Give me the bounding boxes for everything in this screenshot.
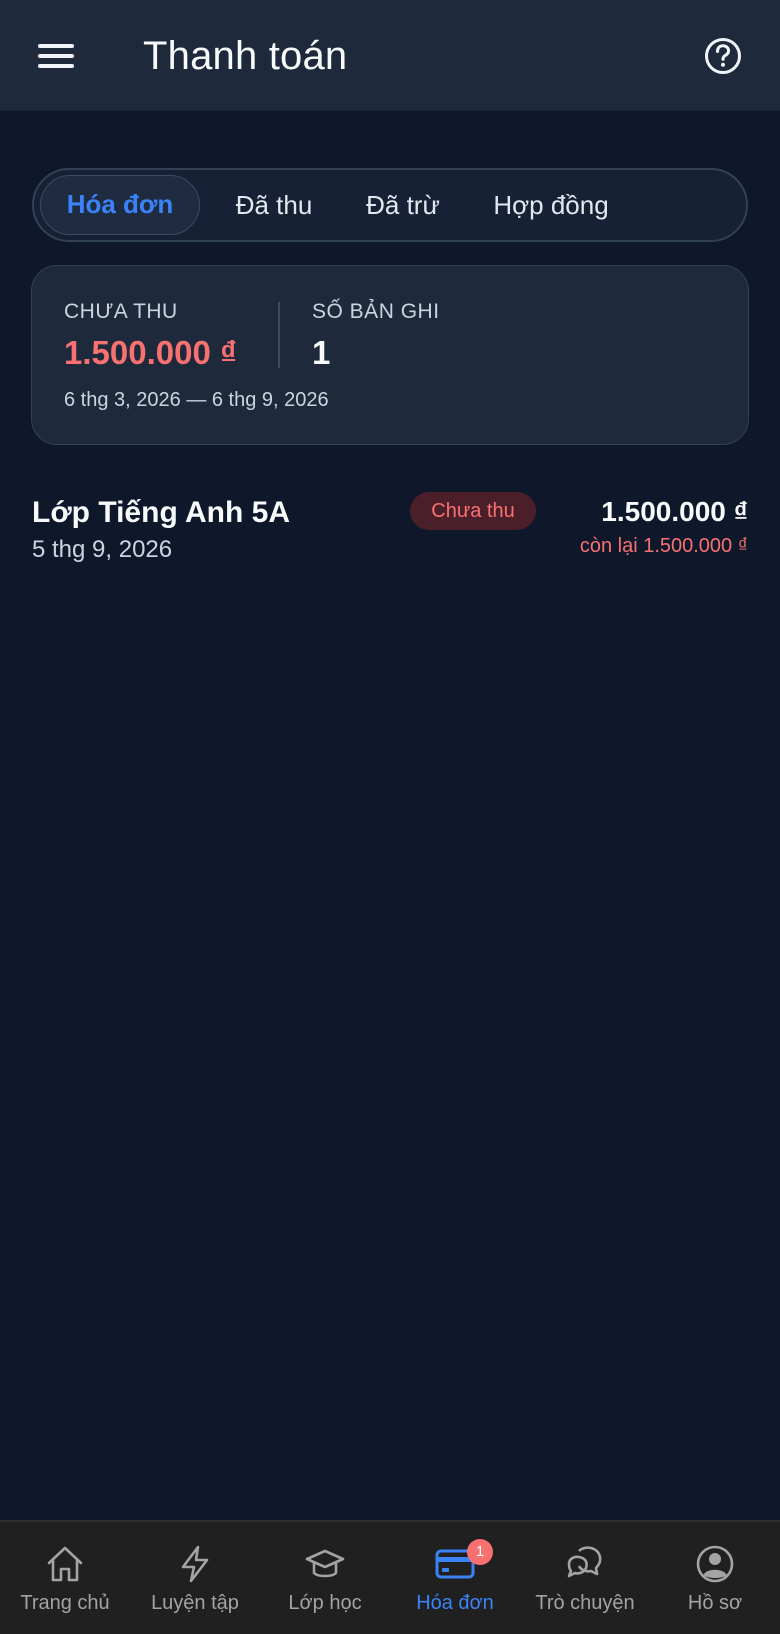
invoice-list-item[interactable]: Lớp Tiếng Anh 5A 5 thg 9, 2026 Chưa thu … bbox=[0, 480, 780, 580]
tab-collected[interactable]: Đã thu bbox=[214, 175, 334, 235]
unpaid-amount: 1.500.000 ₫ bbox=[64, 334, 237, 371]
records-label: SỐ BẢN GHI bbox=[312, 300, 440, 323]
top-app-bar: Thanh toán bbox=[0, 0, 780, 111]
tab-contracts[interactable]: Hợp đồng bbox=[470, 175, 632, 235]
nav-classes[interactable]: Lớp học bbox=[260, 1522, 390, 1634]
invoice-remaining: còn lại 1.500.000 ₫ bbox=[579, 535, 748, 557]
app-root: Thanh toán Hóa đơn Đã thu Đã trừ Hợp đồn… bbox=[0, 0, 780, 1634]
help-icon[interactable] bbox=[703, 36, 743, 76]
hamburger-menu-icon[interactable] bbox=[36, 40, 76, 70]
notification-badge: 1 bbox=[467, 1539, 493, 1565]
nav-invoices-label: Hóa đơn bbox=[416, 1592, 494, 1614]
records-count: 1 bbox=[312, 334, 331, 371]
nav-home-label: Trang chủ bbox=[20, 1592, 110, 1614]
home-icon bbox=[47, 1546, 83, 1582]
graduation-cap-icon bbox=[305, 1549, 345, 1578]
nav-classes-label: Lớp học bbox=[288, 1592, 362, 1614]
summary-divider bbox=[278, 302, 280, 368]
tab-invoices[interactable]: Hóa đơn bbox=[40, 175, 200, 235]
nav-chat-label: Trò chuyện bbox=[535, 1592, 635, 1614]
nav-practice[interactable]: Luyện tập bbox=[130, 1522, 260, 1634]
nav-home[interactable]: Trang chủ bbox=[0, 1522, 130, 1634]
status-badge: Chưa thu bbox=[410, 492, 536, 530]
user-circle-icon bbox=[696, 1545, 734, 1583]
unpaid-label: CHƯA THU bbox=[64, 300, 178, 323]
nav-profile[interactable]: Hồ sơ bbox=[650, 1522, 780, 1634]
page-title: Thanh toán bbox=[143, 34, 348, 78]
summary-card: CHƯA THU 1.500.000 ₫ SỐ BẢN GHI 1 6 thg … bbox=[31, 265, 749, 445]
nav-profile-label: Hồ sơ bbox=[687, 1592, 743, 1614]
invoice-title: Lớp Tiếng Anh 5A bbox=[32, 496, 290, 529]
tab-deducted[interactable]: Đã trừ bbox=[344, 175, 462, 235]
chat-bubbles-icon bbox=[567, 1546, 602, 1578]
nav-chat[interactable]: Trò chuyện bbox=[520, 1522, 650, 1634]
payment-tabs: Hóa đơn Đã thu Đã trừ Hợp đồng bbox=[32, 168, 748, 242]
nav-invoices[interactable]: 1 Hóa đơn bbox=[390, 1522, 520, 1634]
invoice-amount: 1.500.000 ₫ bbox=[601, 496, 748, 527]
lightning-icon bbox=[181, 1545, 209, 1583]
invoice-date: 5 thg 9, 2026 bbox=[32, 536, 173, 563]
bottom-navigation: Trang chủ Luyện tập Lớp học 1 Hóa đơn Tr… bbox=[0, 1520, 780, 1634]
nav-practice-label: Luyện tập bbox=[151, 1592, 239, 1614]
date-range: 6 thg 3, 2026 — 6 thg 9, 2026 bbox=[64, 389, 329, 411]
